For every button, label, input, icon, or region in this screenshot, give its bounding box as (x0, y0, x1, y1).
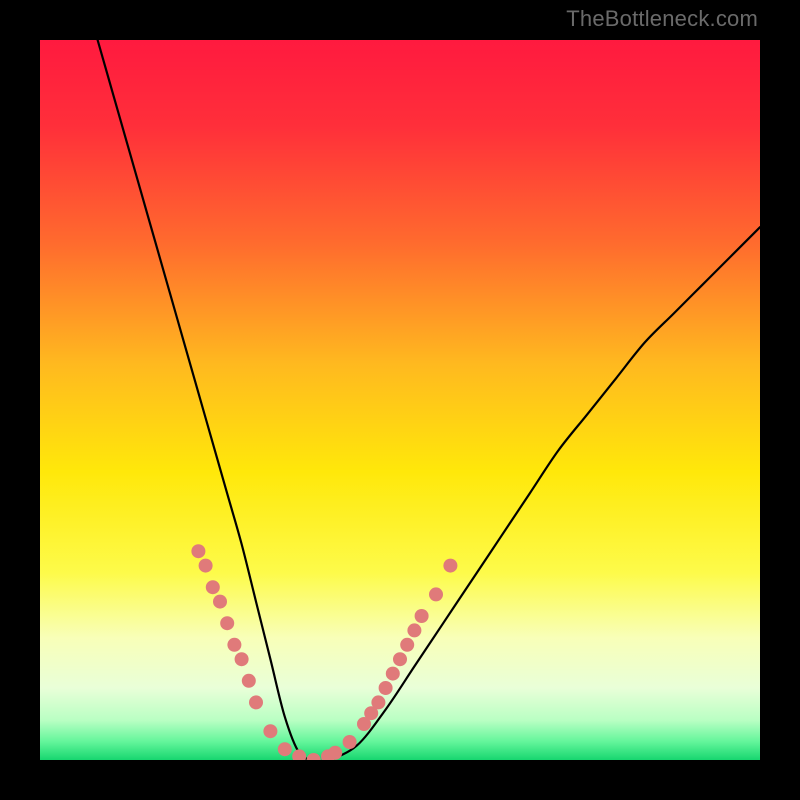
watermark-text: TheBottleneck.com (566, 6, 758, 32)
highlight-dot (393, 652, 407, 666)
highlight-dot (249, 695, 263, 709)
highlight-dot (371, 695, 385, 709)
highlight-dot (328, 746, 342, 760)
highlight-dot (199, 559, 213, 573)
bottleneck-curve (98, 40, 760, 760)
highlight-dot (307, 753, 321, 760)
plot-area (40, 40, 760, 760)
outer-frame: TheBottleneck.com (0, 0, 800, 800)
highlight-dot (386, 667, 400, 681)
highlight-dot (407, 623, 421, 637)
highlight-dot (278, 742, 292, 756)
highlight-dot (343, 735, 357, 749)
highlight-dot (443, 559, 457, 573)
curve-layer (40, 40, 760, 760)
highlight-dot (191, 544, 205, 558)
highlight-dot (429, 587, 443, 601)
highlight-dot (206, 580, 220, 594)
highlight-dot (292, 749, 306, 760)
highlight-dot (400, 638, 414, 652)
highlight-dot (379, 681, 393, 695)
highlight-dot (235, 652, 249, 666)
highlight-dot (213, 595, 227, 609)
highlight-dot (220, 616, 234, 630)
highlight-dot (227, 638, 241, 652)
highlight-dot (263, 724, 277, 738)
highlight-dots (191, 544, 457, 760)
highlight-dot (242, 674, 256, 688)
highlight-dot (415, 609, 429, 623)
